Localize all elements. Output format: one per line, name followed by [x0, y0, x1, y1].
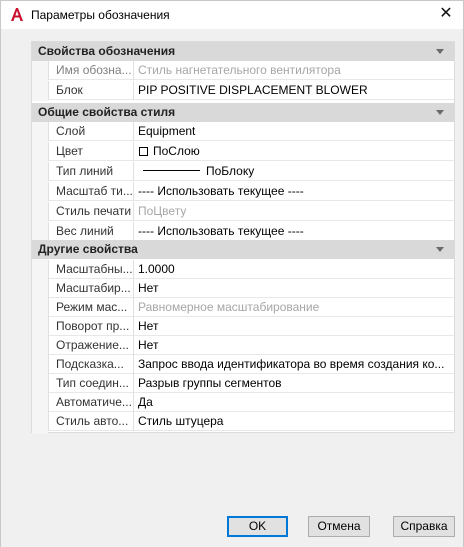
title-bar: Параметры обозначения ✕	[1, 1, 463, 29]
section-header-general[interactable]: Общие свойства стиля	[32, 103, 454, 122]
property-value: Равномерное масштабирование	[138, 300, 320, 314]
property-value[interactable]: ПоБлоку	[136, 162, 452, 181]
section-gutter	[32, 259, 48, 434]
property-label: Подсказка...	[48, 355, 134, 374]
property-row-scale-mode[interactable]: Режим мас... Равномерное масштабирование	[48, 298, 454, 317]
autocad-logo-icon	[11, 8, 23, 21]
property-label: Стиль печати	[48, 202, 134, 221]
property-label: Масштабны...	[48, 260, 134, 279]
property-row-scale-factor[interactable]: Масштабны... 1.0000	[48, 260, 454, 279]
section-gutter	[32, 61, 48, 101]
property-value[interactable]: Нет	[136, 279, 452, 298]
property-label: Стиль авто...	[48, 412, 134, 431]
property-row-plot-style[interactable]: Стиль печати ПоЦвету	[48, 202, 454, 221]
property-grid: Свойства обозначения Имя обозна... Стиль…	[31, 41, 455, 434]
section-header-designation[interactable]: Свойства обозначения	[32, 42, 454, 61]
property-value: Стиль нагнетательного вентилятора	[138, 63, 341, 77]
property-row-mirror[interactable]: Отражение... Нет	[48, 336, 454, 355]
property-label: Имя обозна...	[48, 61, 134, 80]
property-label: Тип соедин...	[48, 374, 134, 393]
property-value[interactable]: ПоСлою	[136, 142, 452, 161]
property-value[interactable]: ---- Использовать текущее ----	[136, 182, 452, 201]
color-swatch-icon	[139, 147, 148, 156]
property-row-scaling[interactable]: Масштабир... Нет	[48, 279, 454, 298]
property-label: Тип линий	[48, 162, 134, 181]
property-value: ПоЦвету	[138, 204, 187, 218]
section-header-other[interactable]: Другие свойства	[32, 240, 454, 259]
property-label: Поворот пр...	[48, 317, 134, 336]
property-label: Отражение...	[48, 336, 134, 355]
linetype-preview-icon	[143, 170, 200, 171]
property-row-color[interactable]: Цвет ПоСлою	[48, 142, 454, 161]
property-label: Масштабир...	[48, 279, 134, 298]
property-value[interactable]: ---- Использовать текущее ----	[136, 222, 452, 241]
color-value-text: ПоСлою	[153, 144, 200, 158]
property-value[interactable]: 1.0000	[136, 260, 452, 279]
property-row-lineweight[interactable]: Вес линий ---- Использовать текущее ----	[48, 222, 454, 241]
property-value[interactable]: PIP POSITIVE DISPLACEMENT BLOWER	[136, 81, 452, 100]
close-button[interactable]: ✕	[433, 4, 459, 24]
property-value[interactable]: Запрос ввода идентификатора во время соз…	[136, 355, 452, 374]
property-label: Автоматиче...	[48, 393, 134, 412]
linetype-value-text: ПоБлоку	[206, 164, 255, 178]
property-row-linetype-scale[interactable]: Масштаб ти... ---- Использовать текущее …	[48, 182, 454, 201]
window-title: Параметры обозначения	[31, 8, 170, 22]
ok-button[interactable]: OK	[227, 516, 288, 537]
properties-dialog: Параметры обозначения ✕ Свойства обознач…	[0, 0, 464, 547]
property-row-linetype[interactable]: Тип линий ПоБлоку	[48, 162, 454, 181]
property-value[interactable]: Разрыв группы сегментов	[136, 374, 452, 393]
dialog-body: Свойства обозначения Имя обозна... Стиль…	[1, 29, 463, 547]
property-row-layer[interactable]: Слой Equipment	[48, 122, 454, 141]
section-title: Общие свойства стиля	[38, 105, 176, 119]
property-row-block[interactable]: Блок PIP POSITIVE DISPLACEMENT BLOWER	[48, 81, 454, 100]
collapse-chevron-icon[interactable]	[436, 49, 444, 54]
property-value[interactable]: Equipment	[136, 122, 452, 141]
property-value[interactable]: Стиль штуцера	[136, 412, 452, 431]
property-value[interactable]: Нет	[136, 336, 452, 355]
property-row-prompt[interactable]: Подсказка... Запрос ввода идентификатора…	[48, 355, 454, 374]
property-label: Цвет	[48, 142, 134, 161]
collapse-chevron-icon[interactable]	[436, 110, 444, 115]
property-row-connection-type[interactable]: Тип соедин... Разрыв группы сегментов	[48, 374, 454, 393]
property-label: Вес линий	[48, 222, 134, 241]
collapse-chevron-icon[interactable]	[436, 247, 444, 252]
property-value[interactable]: Нет	[136, 317, 452, 336]
property-label: Режим мас...	[48, 298, 134, 317]
property-row-auto[interactable]: Автоматиче... Да	[48, 393, 454, 412]
property-row-name[interactable]: Имя обозна... Стиль нагнетательного вент…	[48, 61, 454, 80]
property-label: Слой	[48, 122, 134, 141]
property-value[interactable]: Да	[136, 393, 452, 412]
property-label: Масштаб ти...	[48, 182, 134, 201]
help-button[interactable]: Справка	[393, 516, 455, 537]
cancel-button[interactable]: Отмена	[308, 516, 370, 537]
property-label: Блок	[48, 81, 134, 100]
section-title: Свойства обозначения	[38, 44, 176, 58]
close-icon: ✕	[439, 5, 453, 22]
section-gutter	[32, 122, 48, 242]
section-title: Другие свойства	[38, 242, 138, 256]
property-row-rotation[interactable]: Поворот пр... Нет	[48, 317, 454, 336]
property-row-auto-style[interactable]: Стиль авто... Стиль штуцера	[48, 412, 454, 431]
